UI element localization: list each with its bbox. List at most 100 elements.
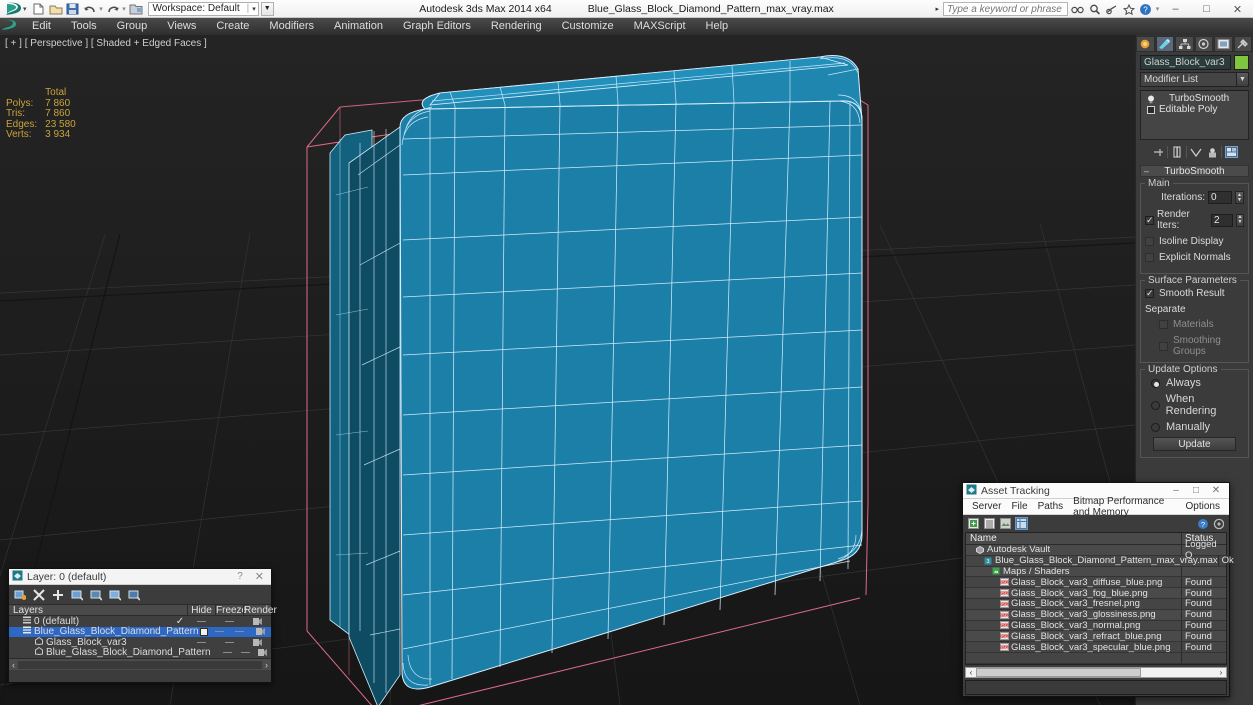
redo-dropdown-caret-icon[interactable]: ▾ <box>122 5 127 13</box>
layer-dialog-help-button[interactable]: ? <box>233 571 247 582</box>
menu-item-tools[interactable]: Tools <box>61 18 107 35</box>
iterations-field[interactable]: 0 <box>1208 191 1232 204</box>
asset-scroll-thumb[interactable] <box>976 668 1141 677</box>
set-project-folder-icon[interactable] <box>128 1 144 17</box>
tab-display[interactable] <box>1214 36 1233 52</box>
asset-row-specular-blue[interactable]: PNG Glass_Block_var3_specular_blue.png F… <box>966 642 1226 653</box>
save-file-icon[interactable] <box>65 1 81 17</box>
workspace-selector[interactable]: Workspace: Default | ▾ <box>148 2 259 16</box>
isoline-display-checkbox[interactable] <box>1145 237 1154 246</box>
asset-row-autodesk-vault[interactable]: Autodesk Vault Logged O <box>966 545 1226 556</box>
asset-tracking-grid[interactable]: Name Status Autodesk Vault Logged O 3 Bl… <box>965 532 1227 665</box>
search-caret-icon[interactable]: ▸ <box>933 5 941 13</box>
delete-layer-icon[interactable] <box>33 588 45 601</box>
tab-create[interactable] <box>1136 36 1155 52</box>
undo-icon[interactable] <box>82 1 98 17</box>
asset-row-fresnel[interactable]: PNG Glass_Block_var3_fresnel.png Found <box>966 599 1226 610</box>
update-option-always[interactable]: Always <box>1145 377 1244 389</box>
menu-item-customize[interactable]: Customize <box>552 18 624 35</box>
asset-row-refract-blue[interactable]: PNG Glass_Block_var3_refract_blue.png Fo… <box>966 631 1226 642</box>
asset-row-normal[interactable]: PNG Glass_Block_var3_normal.png Found <box>966 621 1226 632</box>
layer-row-glass-block-var3[interactable]: Glass_Block_var3 <box>9 637 271 648</box>
binoculars-icon[interactable] <box>1070 2 1085 17</box>
asset-tracking-dialog[interactable]: Asset Tracking – □ ✕ Server File Paths B… <box>962 482 1230 697</box>
menu-item-maxscript[interactable]: MAXScript <box>624 18 696 35</box>
separate-smoothing-groups-row[interactable]: Smoothing Groups <box>1145 335 1244 357</box>
layer-dialog-close-button[interactable]: ✕ <box>251 570 268 583</box>
workspace-dropdown-button[interactable]: ▼ <box>261 2 274 16</box>
layer-hide-cell[interactable] <box>219 652 236 653</box>
asset-menu-server[interactable]: Server <box>967 501 1006 512</box>
tab-hierarchy[interactable] <box>1175 36 1194 52</box>
asset-close-button[interactable]: ✕ <box>1206 485 1226 496</box>
highlight-selected-objects-icon[interactable] <box>109 588 121 601</box>
tab-utilities[interactable] <box>1234 36 1253 52</box>
configure-modifier-sets-icon[interactable] <box>1224 145 1238 160</box>
menu-item-rendering[interactable]: Rendering <box>481 18 552 35</box>
layer-render-cell[interactable] <box>243 639 271 646</box>
asset-horizontal-scrollbar[interactable]: ‹ › <box>965 667 1227 678</box>
layer-row-0-default[interactable]: 0 (default) ✓ <box>9 616 271 627</box>
search-input[interactable] <box>943 2 1068 16</box>
object-color-swatch[interactable] <box>1234 55 1249 70</box>
separate-smoothing-groups-checkbox[interactable] <box>1159 342 1168 351</box>
details-view-icon[interactable] <box>1015 517 1028 530</box>
update-option-manually[interactable]: Manually <box>1145 421 1244 433</box>
menu-item-create[interactable]: Create <box>206 18 259 35</box>
layer-freeze-cell[interactable] <box>230 631 251 632</box>
separate-materials-row[interactable]: Materials <box>1145 319 1244 330</box>
layer-scroll-track[interactable] <box>18 661 262 669</box>
layer-dialog[interactable]: Layer: 0 (default) ? ✕ Layers Hide Fr <box>8 568 272 683</box>
close-button[interactable]: ✕ <box>1222 0 1253 18</box>
undo-dropdown-caret-icon[interactable]: ▾ <box>99 5 104 13</box>
make-unique-icon[interactable] <box>1189 145 1203 160</box>
menu-item-group[interactable]: Group <box>107 18 158 35</box>
layer-horizontal-scrollbar[interactable]: ‹ › <box>9 658 271 670</box>
layer-hide-cell[interactable] <box>187 621 215 622</box>
help-asset-icon[interactable]: ? <box>1196 517 1209 530</box>
layer-render-cell[interactable] <box>254 649 271 656</box>
rollout-collapse-icon[interactable]: – <box>1144 166 1149 176</box>
tab-modify[interactable] <box>1156 36 1175 52</box>
redo-icon[interactable] <box>105 1 121 17</box>
radio-always[interactable] <box>1151 379 1160 388</box>
smooth-result-row[interactable]: Smooth Result <box>1145 288 1244 299</box>
layer-row-blue-glass-block-diamond-pattern[interactable]: Blue_Glass_Block_Diamond_Pattern <box>9 627 271 638</box>
radio-manually[interactable] <box>1151 423 1160 432</box>
favorites-star-icon[interactable] <box>1121 2 1136 17</box>
create-new-layer-icon[interactable] <box>14 588 26 601</box>
app-menu-caret-icon[interactable]: ▾ <box>23 5 27 13</box>
asset-scroll-right-arrow-icon[interactable]: › <box>1216 668 1226 677</box>
modifier-list-caret-icon[interactable]: ▼ <box>1236 72 1249 87</box>
update-option-when-rendering[interactable]: When Rendering <box>1145 393 1244 417</box>
asset-row-glossiness[interactable]: PNG Glass_Block_var3_glossiness.png Foun… <box>966 610 1226 621</box>
help-search-icon[interactable] <box>1104 2 1119 17</box>
layer-dialog-titlebar[interactable]: Layer: 0 (default) ? ✕ <box>9 569 271 585</box>
layer-list[interactable]: 0 (default) ✓ Blue_Glass_Block_Diamond_P… <box>9 616 271 658</box>
menu-item-animation[interactable]: Animation <box>324 18 393 35</box>
asset-row-maps-shaders[interactable]: Maps / Shaders <box>966 567 1226 578</box>
layer-freeze-cell[interactable] <box>215 642 243 643</box>
asset-row-max-file[interactable]: 3 Blue_Glass_Block_Diamond_Pattern_max_v… <box>966 556 1226 567</box>
separate-materials-checkbox[interactable] <box>1159 320 1168 329</box>
iterations-spinner[interactable]: ▲▼ <box>1235 191 1244 204</box>
layer-current-check[interactable]: ✓ <box>173 616 187 627</box>
asset-minimize-button[interactable]: – <box>1166 485 1186 496</box>
remove-modifier-icon[interactable] <box>1205 145 1219 160</box>
object-name-field[interactable]: Glass_Block_var3 <box>1140 55 1231 70</box>
layer-render-cell[interactable] <box>243 618 271 625</box>
layer-current-check[interactable] <box>199 628 209 636</box>
viewport-label[interactable]: [ + ] [ Perspective ] [ Shaded + Edged F… <box>5 38 207 49</box>
menu-item-views[interactable]: Views <box>157 18 206 35</box>
maximize-button[interactable]: □ <box>1191 0 1222 18</box>
menu-item-graph-editors[interactable]: Graph Editors <box>393 18 481 35</box>
search-magnifier-icon[interactable] <box>1087 2 1102 17</box>
refresh-assets-icon[interactable] <box>967 517 980 530</box>
select-highlighted-objects-icon[interactable] <box>90 588 102 601</box>
minimize-button[interactable]: – <box>1160 0 1191 18</box>
list-view-icon[interactable] <box>983 517 996 530</box>
menu-item-modifiers[interactable]: Modifiers <box>259 18 324 35</box>
isoline-display-row[interactable]: Isoline Display <box>1145 236 1244 247</box>
layer-hide-cell[interactable] <box>187 642 215 643</box>
layer-freeze-cell[interactable] <box>236 652 253 653</box>
